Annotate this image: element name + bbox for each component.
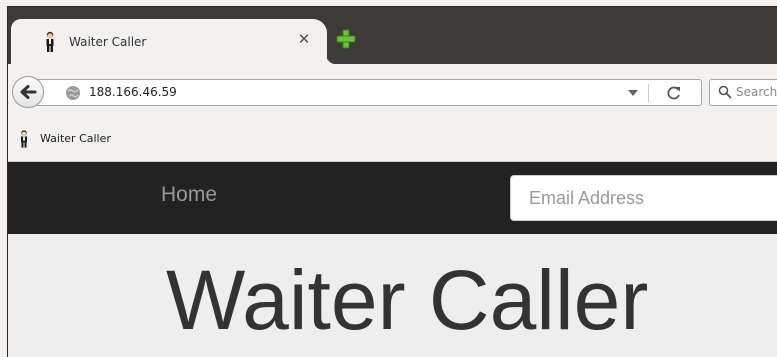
url-text: 188.166.46.59 <box>89 85 177 99</box>
back-button[interactable] <box>12 76 44 108</box>
waiter-icon <box>21 130 27 148</box>
nav-home-link[interactable]: Home <box>161 183 217 207</box>
navigation-toolbar: 188.166.46.59 Search <box>8 64 777 116</box>
search-placeholder: Search <box>736 85 777 99</box>
back-arrow-icon <box>20 85 37 99</box>
close-icon[interactable]: ✕ <box>295 30 313 48</box>
tab-strip: Waiter Caller ✕ <box>8 7 777 65</box>
globe-icon <box>66 86 80 100</box>
waiter-icon <box>46 31 54 52</box>
history-dropdown-icon[interactable] <box>628 90 638 96</box>
site-navbar: Home <box>8 162 777 234</box>
search-box[interactable]: Search <box>709 79 777 106</box>
page-content: Waiter Caller <box>8 234 777 357</box>
reload-icon[interactable] <box>665 84 683 102</box>
bookmarks-bar: Waiter Caller <box>8 116 777 162</box>
search-icon <box>718 85 732 99</box>
page-title: Waiter Caller <box>166 253 649 347</box>
address-bar[interactable]: 188.166.46.59 <box>34 79 702 106</box>
bookmark-label: Waiter Caller <box>40 132 111 145</box>
tab-title: Waiter Caller <box>69 35 147 49</box>
browser-window: Waiter Caller ✕ 188.166.46.59 Search Wai… <box>7 6 777 357</box>
tab-waiter-caller[interactable]: Waiter Caller ✕ <box>11 19 337 65</box>
email-field[interactable] <box>510 175 777 221</box>
plus-icon[interactable] <box>336 29 356 49</box>
url-divider <box>648 84 649 102</box>
